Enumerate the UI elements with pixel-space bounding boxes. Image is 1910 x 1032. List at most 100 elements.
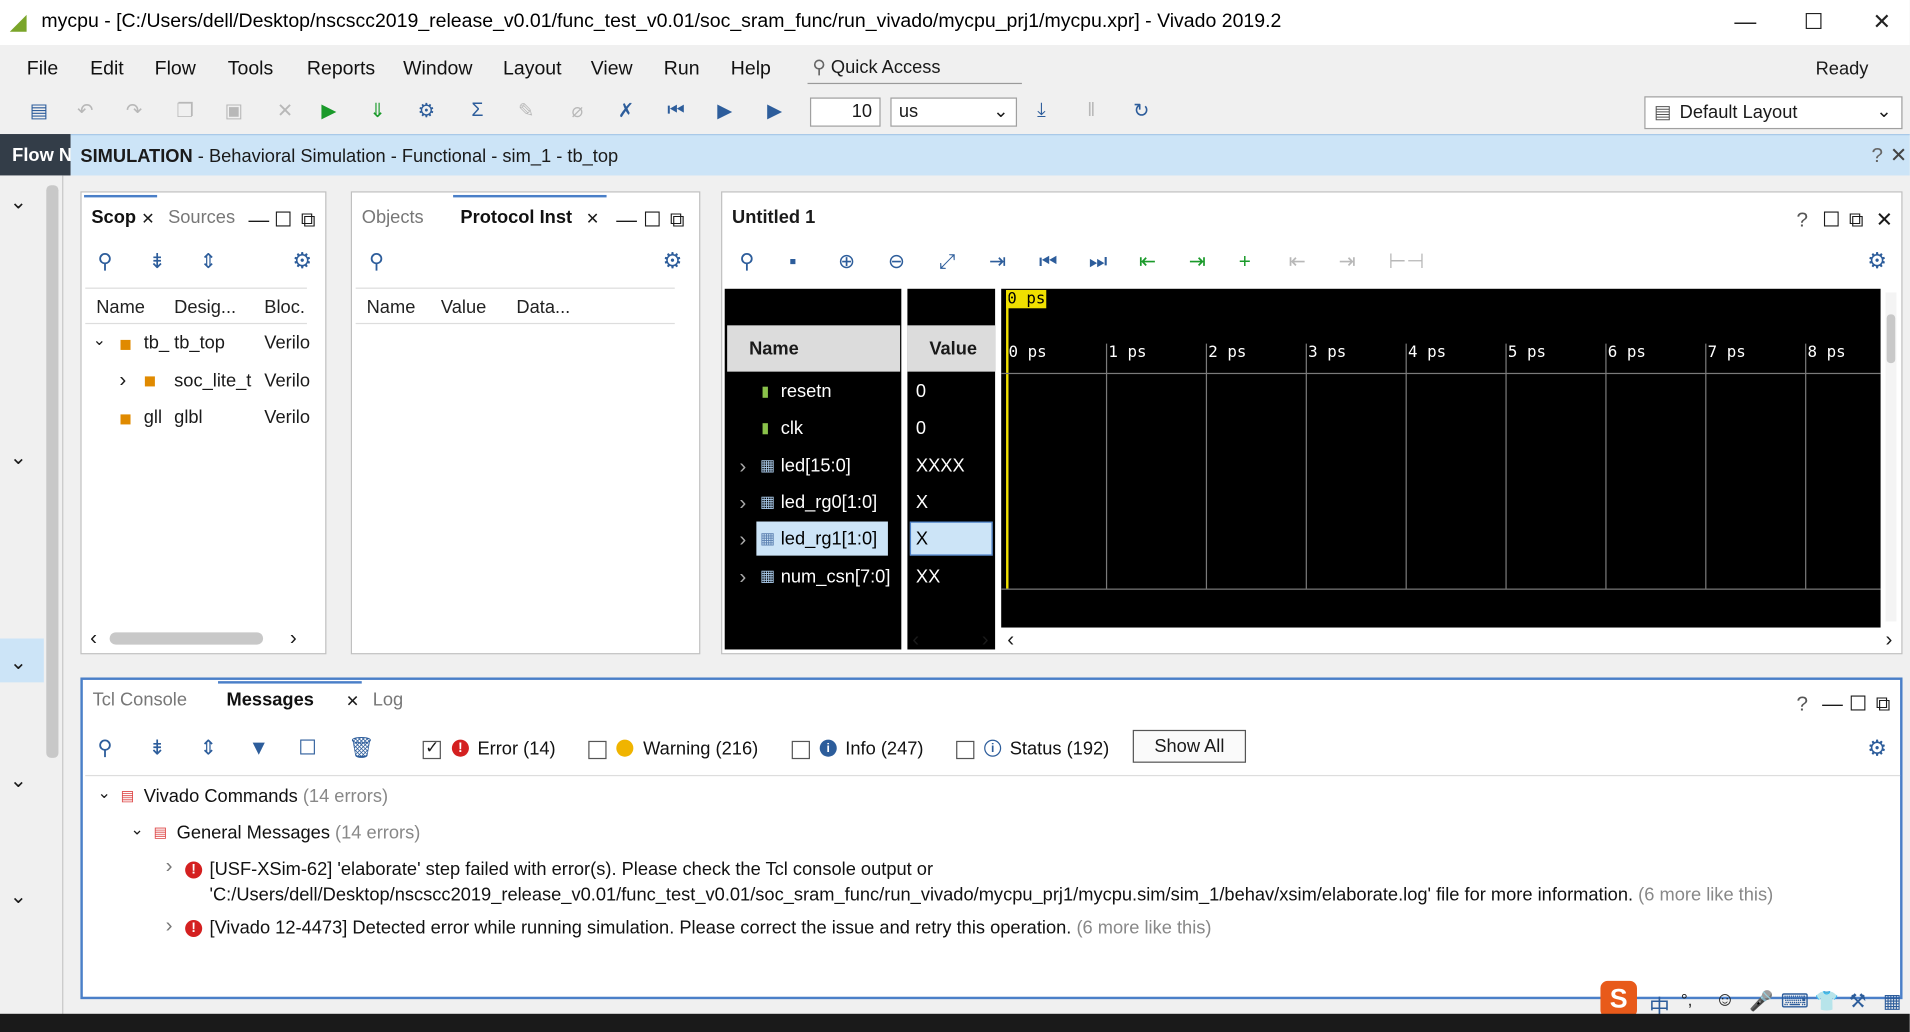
chevron-left-icon[interactable]: ‹ — [912, 628, 919, 652]
menu-flow[interactable]: Flow — [155, 58, 196, 80]
list-item[interactable]: resetn — [781, 381, 832, 402]
flow-navigator-tab[interactable]: Flow N — [0, 134, 71, 176]
close-icon[interactable]: ✕ — [1876, 208, 1893, 232]
col-data[interactable]: Data... — [516, 297, 570, 318]
chevron-right-icon[interactable]: › — [739, 491, 746, 515]
list-item[interactable]: num_csn[7:0] — [781, 567, 891, 588]
menu-tools[interactable]: Tools — [228, 58, 274, 80]
close-icon[interactable]: ✕ — [586, 210, 599, 229]
float-icon[interactable]: ⧉ — [1849, 208, 1864, 232]
warning-filter-checkbox[interactable] — [588, 740, 607, 760]
emoji-icon[interactable]: ☺ — [1715, 989, 1735, 1011]
list-item[interactable]: gll — [144, 407, 162, 428]
run-time-input[interactable]: 10 — [809, 97, 881, 127]
scrollbar[interactable] — [46, 185, 59, 758]
col-name[interactable]: Name — [96, 297, 145, 318]
previous-transition-icon[interactable]: ⇤ — [1139, 250, 1156, 274]
help-icon[interactable]: ? — [1797, 692, 1809, 716]
delete-icon[interactable]: ✕ — [270, 96, 299, 125]
chevron-left-icon[interactable]: ‹ — [1007, 628, 1014, 652]
minimize-icon[interactable]: — — [1822, 692, 1843, 716]
search-icon[interactable]: ⚲ — [97, 250, 112, 274]
maximize-icon[interactable]: ☐ — [1849, 692, 1868, 716]
col-value[interactable]: Value — [441, 297, 486, 318]
quick-access-search[interactable]: ⚲ Quick Access — [807, 50, 1022, 85]
chevron-down-icon[interactable]: ⌄ — [93, 330, 106, 349]
menu-file[interactable]: File — [27, 58, 58, 80]
close-icon[interactable]: ✕ — [346, 692, 359, 711]
next-transition-icon[interactable]: ⇥ — [1189, 250, 1206, 274]
chevron-left-icon[interactable]: ‹ — [90, 626, 97, 650]
col-block[interactable]: Bloc. — [264, 297, 305, 318]
comment-icon[interactable]: ☐ — [298, 736, 317, 760]
chevron-down-icon[interactable]: ⌄ — [10, 446, 27, 470]
settings-icon[interactable]: ⚙ — [412, 96, 441, 125]
float-icon[interactable]: ⧉ — [1876, 692, 1891, 716]
paste-icon[interactable]: ▣ — [219, 96, 248, 125]
tools-icon[interactable]: ⚒ — [1849, 989, 1866, 1013]
list-item[interactable]: led[15:0] — [781, 456, 851, 477]
chevron-down-icon[interactable]: ⌄ — [10, 885, 27, 909]
col-design[interactable]: Desig... — [174, 297, 236, 318]
chevron-right-icon[interactable]: › — [739, 528, 746, 552]
list-item[interactable]: soc_lite_t — [174, 370, 251, 391]
keyboard-icon[interactable]: ⌨ — [1781, 989, 1809, 1013]
maximize-icon[interactable]: ☐ — [274, 208, 293, 232]
collapse-all-icon[interactable]: ⇟ — [149, 736, 166, 760]
col-name[interactable]: Name — [367, 297, 416, 318]
gear-icon[interactable]: ⚙ — [1867, 249, 1887, 275]
chevron-right-icon[interactable]: › — [119, 368, 126, 392]
scrollbar[interactable] — [109, 632, 264, 645]
message-line[interactable]: 'C:/Users/dell/Desktop/nscscc2019_releas… — [209, 885, 1773, 906]
menu-edit[interactable]: Edit — [90, 58, 124, 80]
tab-log[interactable]: Log — [373, 690, 403, 711]
zoom-out-icon[interactable]: ⊖ — [888, 250, 905, 274]
close-icon[interactable]: ✕ — [141, 210, 154, 229]
go-to-end-icon[interactable]: ⏭ — [1089, 250, 1108, 274]
waveform-canvas[interactable] — [1001, 288, 1881, 628]
swap-cursors-icon[interactable]: ⊢⊣ — [1389, 250, 1425, 274]
probe-icon[interactable]: ⌀ — [563, 96, 592, 125]
show-all-button[interactable]: Show All — [1132, 729, 1247, 763]
goto-cursor-icon[interactable]: ⇥ — [989, 250, 1006, 274]
info-filter-checkbox[interactable] — [791, 740, 810, 760]
run-icon[interactable]: ▶ — [314, 96, 343, 125]
minimize-icon[interactable]: — — [248, 208, 269, 232]
previous-marker-icon[interactable]: ⇤ — [1289, 250, 1306, 274]
cursor-line[interactable] — [1006, 290, 1009, 589]
trash-icon[interactable]: 🗑 — [348, 736, 374, 760]
menu-window[interactable]: Window — [403, 58, 472, 80]
break-icon[interactable]: ✗ — [611, 96, 640, 125]
collapse-all-icon[interactable]: ⇟ — [149, 250, 166, 274]
pause-icon[interactable]: ‖ — [1077, 96, 1106, 125]
open-project-icon[interactable]: ▤ — [24, 96, 53, 125]
pin-icon[interactable]: ✎ — [512, 96, 541, 125]
chevron-right-icon[interactable]: › — [290, 626, 297, 650]
list-item[interactable]: led_rg1[1:0] — [781, 529, 878, 550]
undo-icon[interactable]: ↶ — [71, 96, 100, 125]
chevron-right-icon[interactable]: › — [166, 854, 173, 878]
list-item[interactable]: glbl — [174, 407, 202, 428]
redo-icon[interactable]: ↷ — [119, 96, 148, 125]
chevron-right-icon[interactable]: › — [739, 565, 746, 589]
gear-icon[interactable]: ⚙ — [663, 249, 683, 275]
chevron-down-icon[interactable]: ⌄ — [10, 651, 27, 675]
run-all-icon[interactable]: ▶ — [710, 96, 739, 125]
col-value[interactable]: Value — [929, 339, 977, 360]
close-button[interactable]: ✕ — [1854, 0, 1910, 45]
next-marker-icon[interactable]: ⇥ — [1339, 250, 1356, 274]
program-icon[interactable]: ⇓ — [363, 96, 392, 125]
relaunch-icon[interactable]: ↻ — [1127, 96, 1156, 125]
expand-all-icon[interactable]: ⇕ — [200, 736, 217, 760]
tab-objects[interactable]: Objects — [362, 207, 424, 228]
close-icon[interactable]: ✕ — [1890, 144, 1907, 168]
zoom-fit-icon[interactable]: ⤢ — [939, 250, 956, 274]
menu-run[interactable]: Run — [664, 58, 700, 80]
go-to-start-icon[interactable]: ⏮ — [1039, 250, 1058, 274]
chevron-down-icon[interactable]: ⌄ — [10, 190, 27, 214]
maximize-icon[interactable]: ☐ — [1822, 208, 1841, 232]
col-name[interactable]: Name — [749, 339, 799, 360]
list-item[interactable]: led_rg0[1:0] — [781, 492, 878, 513]
menu-view[interactable]: View — [591, 58, 633, 80]
scrollbar-thumb[interactable] — [1886, 314, 1896, 364]
